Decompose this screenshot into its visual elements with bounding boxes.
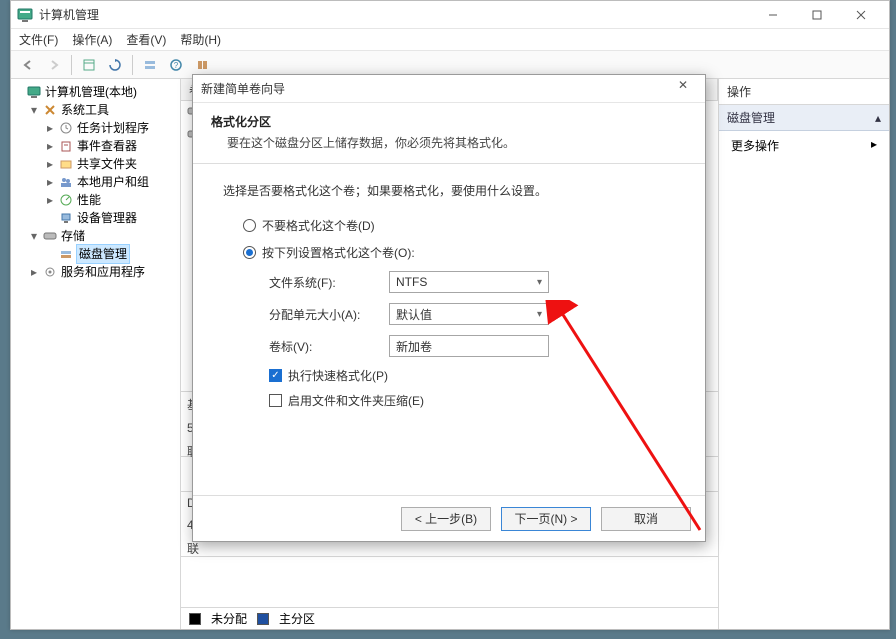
close-button[interactable] bbox=[839, 1, 883, 29]
tree-device-manager[interactable]: 设备管理器 bbox=[45, 209, 178, 227]
tree-performance[interactable]: ▸性能 bbox=[45, 191, 178, 209]
users-icon bbox=[59, 175, 73, 189]
computer-icon bbox=[27, 85, 41, 99]
actions-pane: 操作 磁盘管理 ▴ 更多操作 ▸ bbox=[719, 79, 889, 629]
help-icon[interactable]: ? bbox=[165, 54, 187, 76]
app-icon bbox=[17, 7, 33, 23]
tree-root[interactable]: 计算机管理(本地) bbox=[13, 83, 178, 101]
legend: 未分配 主分区 bbox=[181, 607, 718, 629]
nav-back-icon[interactable] bbox=[17, 54, 39, 76]
chevron-down-icon: ▾ bbox=[537, 277, 542, 288]
tree-disk-management[interactable]: 磁盘管理 bbox=[45, 245, 178, 263]
checkbox-icon bbox=[269, 394, 282, 407]
tree-shared-folders[interactable]: ▸共享文件夹 bbox=[45, 155, 178, 173]
folder-share-icon bbox=[59, 157, 73, 171]
refresh-icon[interactable] bbox=[104, 54, 126, 76]
disk-mgmt-icon bbox=[59, 247, 73, 261]
wizard-header-title: 格式化分区 bbox=[211, 113, 687, 130]
clock-icon bbox=[59, 121, 73, 135]
chevron-up-icon: ▴ bbox=[875, 111, 881, 125]
wizard-instruction: 选择是否要格式化这个卷；如果要格式化，要使用什么设置。 bbox=[223, 182, 675, 199]
chevron-right-icon: ▸ bbox=[871, 137, 877, 154]
toolbar-btn-3[interactable] bbox=[139, 54, 161, 76]
toolbar-btn-1[interactable] bbox=[78, 54, 100, 76]
storage-icon bbox=[43, 229, 57, 243]
menu-file[interactable]: 文件(F) bbox=[19, 31, 58, 48]
services-icon bbox=[43, 265, 57, 279]
next-button[interactable]: 下一页(N) > bbox=[501, 507, 591, 531]
tools-icon bbox=[43, 103, 57, 117]
legend-primary: 主分区 bbox=[279, 610, 315, 627]
fs-combo[interactable]: NTFS ▾ bbox=[389, 271, 549, 293]
wizard-titlebar: 新建简单卷向导 ✕ bbox=[193, 75, 705, 103]
event-icon bbox=[59, 139, 73, 153]
tree-storage[interactable]: ▾ 存储 bbox=[29, 227, 178, 245]
actions-group-disk[interactable]: 磁盘管理 ▴ bbox=[719, 105, 889, 131]
volume-label-label: 卷标(V): bbox=[269, 338, 389, 355]
fs-label: 文件系统(F): bbox=[269, 274, 389, 291]
radio-icon bbox=[243, 246, 256, 259]
back-button[interactable]: < 上一步(B) bbox=[401, 507, 491, 531]
wizard-body: 选择是否要格式化这个卷；如果要格式化，要使用什么设置。 不要格式化这个卷(D) … bbox=[193, 164, 705, 495]
menu-help[interactable]: 帮助(H) bbox=[180, 31, 221, 48]
tree-services[interactable]: ▸服务和应用程序 bbox=[29, 263, 178, 281]
radio-no-format[interactable]: 不要格式化这个卷(D) bbox=[243, 217, 675, 234]
wizard-header: 格式化分区 要在这个磁盘分区上储存数据，你必须先将其格式化。 bbox=[193, 103, 705, 164]
checkbox-icon bbox=[269, 369, 282, 382]
alloc-value: 默认值 bbox=[396, 306, 432, 323]
radio-icon bbox=[243, 219, 256, 232]
chevron-down-icon: ▾ bbox=[537, 309, 542, 320]
radio-format[interactable]: 按下列设置格式化这个卷(O): bbox=[243, 244, 675, 261]
minimize-button[interactable] bbox=[751, 1, 795, 29]
legend-unallocated: 未分配 bbox=[211, 610, 247, 627]
tree-system-tools[interactable]: ▾ 系统工具 bbox=[29, 101, 178, 119]
performance-icon bbox=[59, 193, 73, 207]
menu-view[interactable]: 查看(V) bbox=[126, 31, 166, 48]
svg-text:?: ? bbox=[174, 61, 179, 70]
wizard-header-sub: 要在这个磁盘分区上储存数据，你必须先将其格式化。 bbox=[211, 134, 687, 151]
cancel-button[interactable]: 取消 bbox=[601, 507, 691, 531]
alloc-combo[interactable]: 默认值 ▾ bbox=[389, 303, 549, 325]
menu-action[interactable]: 操作(A) bbox=[72, 31, 112, 48]
actions-title: 操作 bbox=[719, 79, 889, 105]
wizard-close-button[interactable]: ✕ bbox=[669, 78, 697, 100]
enable-compression-checkbox[interactable]: 启用文件和文件夹压缩(E) bbox=[269, 392, 675, 409]
wizard-footer: < 上一步(B) 下一页(N) > 取消 bbox=[193, 495, 705, 541]
titlebar: 计算机管理 bbox=[11, 1, 889, 29]
alloc-label: 分配单元大小(A): bbox=[269, 306, 389, 323]
fs-value: NTFS bbox=[396, 275, 427, 289]
maximize-button[interactable] bbox=[795, 1, 839, 29]
window-title: 计算机管理 bbox=[39, 6, 99, 23]
nav-fwd-icon[interactable] bbox=[43, 54, 65, 76]
quick-format-checkbox[interactable]: 执行快速格式化(P) bbox=[269, 367, 675, 384]
new-simple-volume-wizard: 新建简单卷向导 ✕ 格式化分区 要在这个磁盘分区上储存数据，你必须先将其格式化。… bbox=[192, 74, 706, 542]
actions-more[interactable]: 更多操作 ▸ bbox=[719, 131, 889, 160]
volume-label-input[interactable]: 新加卷 bbox=[389, 335, 549, 357]
tree-event-viewer[interactable]: ▸事件查看器 bbox=[45, 137, 178, 155]
menubar: 文件(F) 操作(A) 查看(V) 帮助(H) bbox=[11, 29, 889, 51]
tree-local-users[interactable]: ▸本地用户和组 bbox=[45, 173, 178, 191]
toolbar-btn-5[interactable] bbox=[191, 54, 213, 76]
tree-task-scheduler[interactable]: ▸任务计划程序 bbox=[45, 119, 178, 137]
tree-pane: 计算机管理(本地) ▾ 系统工具 ▸任务计划程序 ▸事件查看器 ▸共享文件夹 ▸… bbox=[11, 79, 181, 629]
device-icon bbox=[59, 211, 73, 225]
wizard-title-text: 新建简单卷向导 bbox=[201, 80, 669, 97]
